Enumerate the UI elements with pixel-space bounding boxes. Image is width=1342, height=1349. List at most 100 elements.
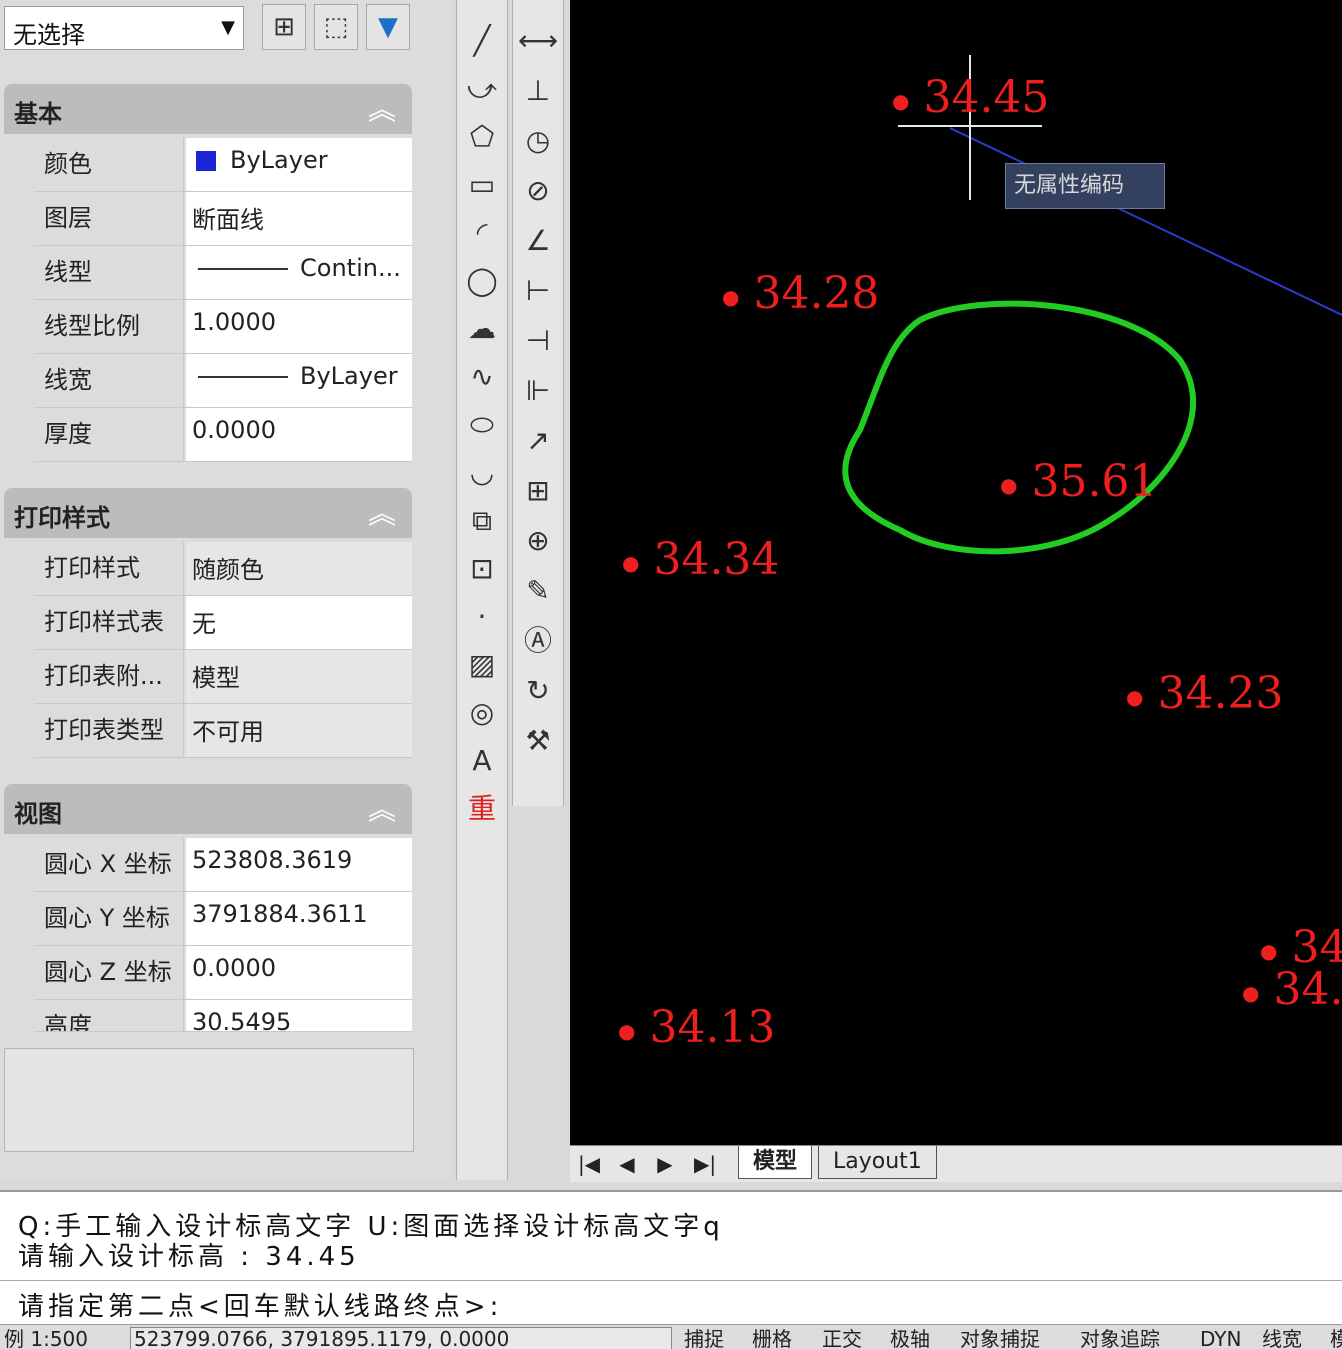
prop-row-linetype-scale[interactable]: 线型比例 1.0000 (34, 300, 412, 354)
circle-icon[interactable]: ◯ (461, 260, 503, 302)
boundary-polyline[interactable] (842, 300, 1196, 555)
prop-row-center-z[interactable]: 圆心 Z 坐标 0.0000 (34, 946, 412, 1000)
elevation-point[interactable]: ● 34.23 (1126, 668, 1283, 719)
dim-radius-icon[interactable]: ◷ (517, 120, 559, 162)
elevation-point[interactable]: ● 34.28 (722, 268, 879, 319)
prev-tab-icon[interactable]: ◀ (610, 1150, 644, 1178)
point-icon[interactable]: · (461, 596, 503, 638)
status-ortho-button[interactable]: 正交 (822, 1325, 862, 1349)
prop-row-linetype[interactable]: 线型 Contin... (34, 246, 412, 300)
prop-value[interactable]: 3791884.3611 (186, 892, 412, 945)
drawing-canvas[interactable]: ● 34.45 ● 34.28 ● 35.61 ● 34.34 ● 34.23 ● 34.1… (570, 0, 1342, 1145)
prop-value[interactable]: 30.5495 (186, 1000, 412, 1031)
arc-icon[interactable]: ◜ (461, 212, 503, 254)
dim-style-icon[interactable]: ⚒ (517, 720, 559, 762)
prop-value[interactable]: ByLayer (186, 138, 412, 191)
ellipse-arc-icon[interactable]: ◡ (461, 452, 503, 494)
prop-value[interactable]: 无 (186, 596, 412, 649)
quick-select-button[interactable]: ▼ (366, 4, 410, 50)
dim-linear-icon[interactable]: ⟷ (517, 20, 559, 62)
prop-row-layer[interactable]: 图层 断面线 (34, 192, 412, 246)
dim-edit-icon[interactable]: ✎ (517, 570, 559, 612)
cloud-icon[interactable]: ☁ (461, 308, 503, 350)
dim-update-icon[interactable]: ↻ (517, 670, 559, 712)
center-mark-icon[interactable]: ⊕ (517, 520, 559, 562)
elevation-point[interactable]: ● 34.45 (892, 72, 1049, 123)
prop-value[interactable]: 0.0000 (186, 408, 412, 461)
section-view-header[interactable]: 视图 ︽ (4, 784, 412, 834)
prop-row-plot-style-table[interactable]: 打印样式表 无 (34, 596, 412, 650)
status-polar-button[interactable]: 极轴 (890, 1325, 930, 1349)
prop-value[interactable]: ByLayer (186, 354, 412, 407)
prop-value[interactable]: 0.0000 (186, 946, 412, 999)
dim-diameter-icon[interactable]: ⊘ (517, 170, 559, 212)
status-dyn-button[interactable]: DYN (1200, 1325, 1241, 1349)
hatch-icon[interactable]: ▨ (461, 644, 503, 686)
selection-value: 无选择 (13, 21, 85, 49)
dim-continue-icon[interactable]: ⊩ (517, 370, 559, 412)
tab-layout1[interactable]: Layout1 (818, 1146, 937, 1179)
filter-icon: ▼ (378, 12, 398, 42)
elevation-point[interactable]: ● 34.34 (622, 534, 779, 585)
prop-row-center-y[interactable]: 圆心 Y 坐标 3791884.3611 (34, 892, 412, 946)
prop-row-color[interactable]: 颜色 ByLayer (34, 138, 412, 192)
polygon-icon[interactable]: ⬠ (461, 116, 503, 158)
dim-text-edit-icon[interactable]: Ⓐ (517, 620, 559, 662)
tolerance-icon[interactable]: ⊞ (517, 470, 559, 512)
prop-row-height[interactable]: 高度 30.5495 (34, 1000, 412, 1032)
command-prompt[interactable]: 请指定第二点<回车默认线路终点>: (18, 1286, 502, 1323)
dim-ordinate-icon[interactable]: ⊥ (517, 70, 559, 112)
prop-value[interactable]: 1.0000 (186, 300, 412, 353)
tab-model[interactable]: 模型 (738, 1146, 813, 1179)
section-view-title: 视图 (14, 800, 62, 828)
prop-row-plot-table-attached[interactable]: 打印表附... 模型 (34, 650, 412, 704)
next-tab-icon[interactable]: ▶ (648, 1150, 682, 1178)
selection-dropdown[interactable]: 无选择 ▼ (4, 6, 244, 50)
prop-row-plot-style[interactable]: 打印样式 随颜色 (34, 542, 412, 596)
quick-leader-icon[interactable]: ↗ (517, 420, 559, 462)
status-model-button[interactable]: 模 (1330, 1325, 1342, 1349)
line-icon[interactable]: ╱ (461, 20, 503, 62)
collapse-icon[interactable]: ︽ (368, 88, 396, 128)
status-snap-button[interactable]: 捕捉 (684, 1325, 724, 1349)
command-history-line: 请输入设计标高 : 34.45 (18, 1242, 360, 1272)
prop-value[interactable]: Contin... (186, 246, 412, 299)
elevation-point[interactable]: ●34. (1242, 964, 1342, 1015)
spline-icon[interactable]: ∿ (461, 356, 503, 398)
collapse-icon[interactable]: ︽ (368, 492, 396, 532)
redo-icon[interactable]: 重 (461, 788, 503, 830)
elevation-point[interactable]: ● 34.13 (618, 1002, 775, 1053)
rectangle-icon[interactable]: ▭ (461, 164, 503, 206)
prop-row-plot-table-type[interactable]: 打印表类型 不可用 (34, 704, 412, 758)
text-icon[interactable]: A (461, 740, 503, 782)
section-basic-header[interactable]: 基本 ︽ (4, 84, 412, 134)
quick-dim-icon[interactable]: ⊢ (517, 270, 559, 312)
elevation-point[interactable]: ● 35.61 (1000, 456, 1157, 507)
status-osnap-button[interactable]: 对象捕捉 (960, 1325, 1040, 1349)
prop-row-thickness[interactable]: 厚度 0.0000 (34, 408, 412, 462)
ellipse-icon[interactable]: ⬭ (461, 404, 503, 446)
status-lineweight-button[interactable]: 线宽 (1262, 1325, 1302, 1349)
region-icon[interactable]: ◎ (461, 692, 503, 734)
toggle-pickadd-button[interactable]: ⊞ (262, 4, 306, 50)
first-tab-icon[interactable]: |◀ (572, 1150, 606, 1178)
prop-label: 圆心 Z 坐标 (34, 946, 184, 999)
command-divider (0, 1280, 1342, 1281)
polyline-icon[interactable]: ⤻ (461, 68, 503, 110)
dim-angular-icon[interactable]: ∠ (517, 220, 559, 262)
dim-baseline-icon[interactable]: ⊣ (517, 320, 559, 362)
prop-row-lineweight[interactable]: 线宽 ByLayer (34, 354, 412, 408)
select-objects-button[interactable]: ⬚ (314, 4, 358, 50)
insert-block-icon[interactable]: ⧉ (461, 500, 503, 542)
scale-readout: 例 1:500 (4, 1327, 88, 1349)
prop-row-center-x[interactable]: 圆心 X 坐标 523808.3619 (34, 838, 412, 892)
collapse-icon[interactable]: ︽ (368, 788, 396, 828)
status-otrack-button[interactable]: 对象追踪 (1080, 1325, 1160, 1349)
command-window[interactable]: Q:手工输入设计标高文字 U:图面选择设计标高文字q 请输入设计标高 : 34.… (0, 1190, 1342, 1326)
last-tab-icon[interactable]: ▶| (688, 1150, 722, 1178)
make-block-icon[interactable]: ⊡ (461, 548, 503, 590)
section-print-header[interactable]: 打印样式 ︽ (4, 488, 412, 538)
prop-value[interactable]: 断面线 (186, 192, 412, 245)
prop-value[interactable]: 523808.3619 (186, 838, 412, 891)
status-grid-button[interactable]: 栅格 (752, 1325, 792, 1349)
